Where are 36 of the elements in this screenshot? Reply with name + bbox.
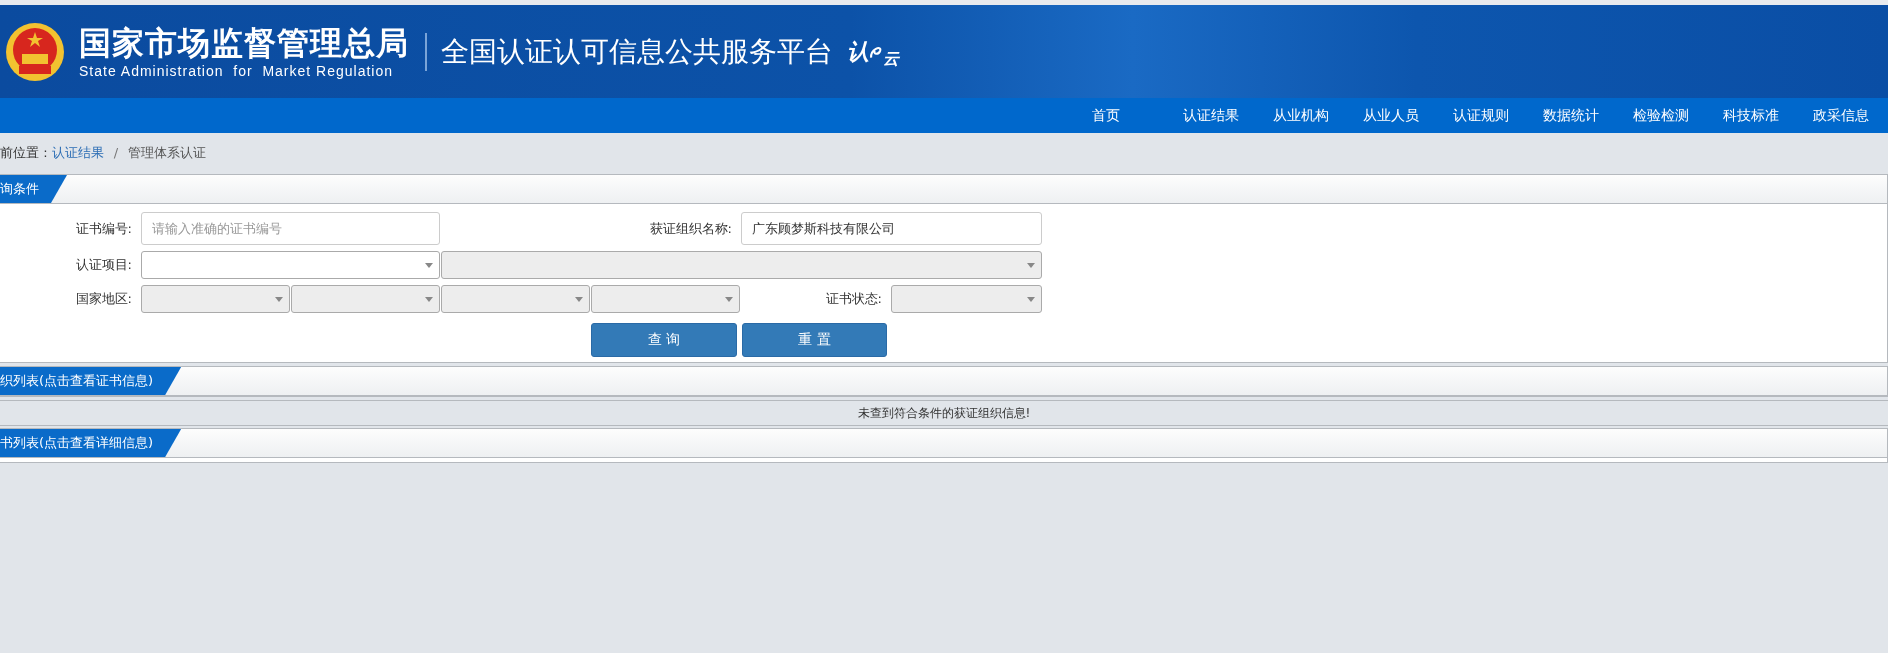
empty-message: 未查到符合条件的获证组织信息! [0,400,1888,426]
emblem-icon [5,21,65,82]
platform-title: 全国认证认可信息公共服务平台 [441,33,833,70]
search-button[interactable]: 查 询 [591,323,737,357]
nav-link[interactable]: 从业人员 [1346,106,1436,125]
caret-icon [1027,296,1035,302]
field-label: 证书状态: [824,290,883,308]
agency-title: 国家市场监督管理总局 [79,24,409,61]
caret-icon [1027,262,1035,268]
nav-link[interactable]: 认证规则 [1436,106,1526,125]
caret-icon [275,296,283,302]
nav-link[interactable]: 认证结果 [1166,106,1256,125]
dropdown[interactable] [141,251,440,279]
nav-link[interactable]: 检验检测 [1616,106,1706,125]
caret-icon [425,262,433,268]
nav-link[interactable]: 从业机构 [1256,106,1346,125]
logo: 认 云 [847,37,899,70]
breadcrumb-link[interactable]: 认证结果 [51,143,104,162]
field-label: 获证组织名称: [648,219,733,238]
input-field[interactable]: 请输入准确的证书编号 [141,212,440,245]
field-label: 认证项目: [74,256,133,274]
input-field[interactable]: 广东顾梦斯科技有限公司 [741,212,1042,245]
caret-icon [725,296,733,302]
field-label: 证书编号: [74,219,133,238]
agency-subtitle: State Administration for Market Regulation [79,62,395,79]
nav-link[interactable]: 数据统计 [1526,106,1616,125]
field-label: 国家地区: [74,290,133,308]
nav-link[interactable]: 政采信息 [1796,106,1886,125]
reset-button[interactable]: 重 置 [742,323,887,357]
breadcrumb-current: 管理体系认证 [128,143,207,162]
nav-link[interactable]: 首页 [1046,106,1166,125]
caret-icon [575,296,583,302]
caret-icon [425,296,433,302]
breadcrumb-separator: / [113,145,119,160]
breadcrumb-label: 前位置 : [0,143,49,162]
nav-link[interactable]: 科技标准 [1706,106,1796,125]
